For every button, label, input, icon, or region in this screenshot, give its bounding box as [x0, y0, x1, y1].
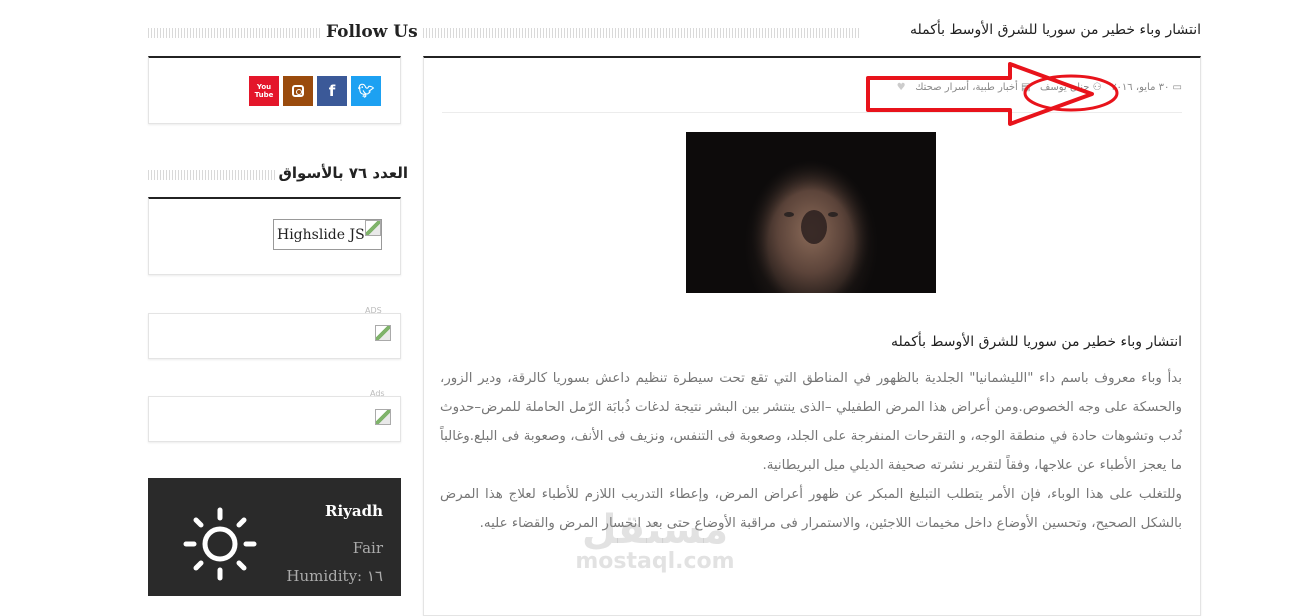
facebook-icon: f	[328, 82, 336, 100]
weather-humidity: Humidity: ١٦	[286, 567, 383, 585]
sun-icon	[183, 507, 257, 581]
article-inner-title: انتشار وباء خطير من سوريا للشرق الأوسط ب…	[890, 334, 1182, 350]
facebook-button[interactable]: f	[317, 76, 347, 106]
youtube-icon: You Tube	[254, 83, 274, 99]
annotation-ellipse	[1023, 74, 1119, 112]
instagram-icon	[292, 85, 304, 97]
follow-us-title: Follow Us	[320, 22, 418, 42]
twitter-icon: 🐦︎	[357, 83, 375, 99]
ad-slot-1[interactable]	[148, 313, 401, 359]
follow-us-widget: You Tube f 🐦︎	[148, 56, 401, 124]
article-title-stripes	[423, 28, 859, 38]
article-paragraph: بدأ وباء معروف باسم داء "الليشمانيا" الج…	[440, 371, 1182, 473]
ad-slot-2[interactable]	[148, 396, 401, 442]
weather-condition: Fair	[352, 539, 383, 557]
highslide-alt-text: Highslide JS	[277, 226, 365, 243]
issue-widget: Highslide JS	[148, 197, 401, 275]
highslide-image[interactable]: Highslide JS	[273, 219, 382, 250]
instagram-button[interactable]	[283, 76, 313, 106]
broken-image-icon	[375, 325, 391, 341]
weather-city: Riyadh	[325, 502, 383, 520]
broken-image-icon	[375, 409, 391, 425]
issue-title: العدد ٧٦ بالأسواق	[276, 164, 408, 182]
article-paragraph: وللتغلب على هذا الوباء، فإن الأمر يتطلب …	[440, 487, 1182, 531]
youtube-button[interactable]: You Tube	[249, 76, 279, 106]
article-header-title[interactable]: انتشار وباء خطير من سوريا للشرق الأوسط ب…	[862, 22, 1201, 38]
article-body: بدأ وباء معروف باسم داء "الليشمانيا" الج…	[440, 364, 1182, 538]
article-photo	[686, 132, 936, 293]
weather-widget: Riyadh Fair Humidity: ١٦	[148, 478, 401, 596]
broken-image-icon	[365, 220, 381, 236]
calendar-icon: ▭	[1172, 82, 1182, 93]
twitter-button[interactable]: 🐦︎	[351, 76, 381, 106]
